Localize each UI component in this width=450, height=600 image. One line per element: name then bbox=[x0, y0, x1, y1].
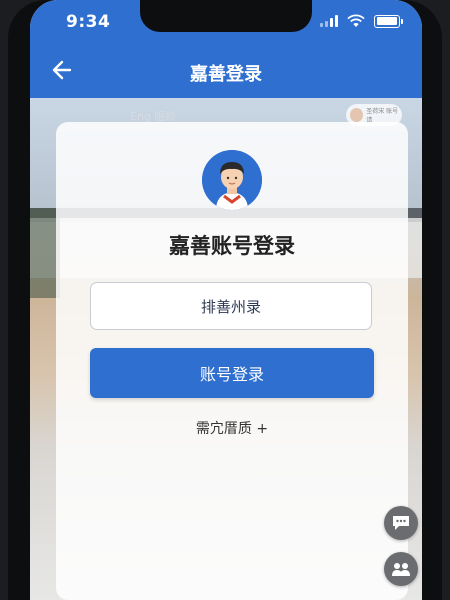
phone-frame: 9:34 嘉善登录 Eng 眠岭 圣荷宋 账号请 嘉善账号登录 排善州录 账号登… bbox=[8, 0, 442, 600]
chip-avatar bbox=[350, 108, 364, 122]
page-title: 嘉善登录 bbox=[190, 64, 262, 85]
more-options-link[interactable]: 需宂厝质 + bbox=[56, 418, 408, 438]
group-button[interactable] bbox=[384, 552, 418, 586]
login-card: 嘉善账号登录 排善州录 账号登录 需宂厝质 + bbox=[56, 122, 408, 600]
wifi-icon bbox=[347, 14, 365, 27]
account-login-button[interactable]: 账号登录 bbox=[90, 348, 374, 398]
status-time: 9:34 bbox=[66, 12, 111, 32]
battery-icon bbox=[374, 14, 403, 28]
account-input[interactable]: 排善州录 bbox=[90, 282, 372, 330]
phone-notch bbox=[140, 0, 312, 32]
screen: 9:34 嘉善登录 Eng 眠岭 圣荷宋 账号请 嘉善账号登录 排善州录 账号登… bbox=[30, 0, 422, 600]
card-title: 嘉善账号登录 bbox=[169, 234, 295, 258]
group-icon bbox=[392, 563, 410, 576]
chat-button[interactable] bbox=[384, 506, 418, 540]
avatar bbox=[202, 150, 262, 210]
chat-bubble-icon bbox=[393, 516, 409, 530]
status-icons bbox=[320, 14, 403, 28]
avatar-illustration bbox=[202, 150, 262, 210]
signal-icon bbox=[320, 15, 338, 27]
